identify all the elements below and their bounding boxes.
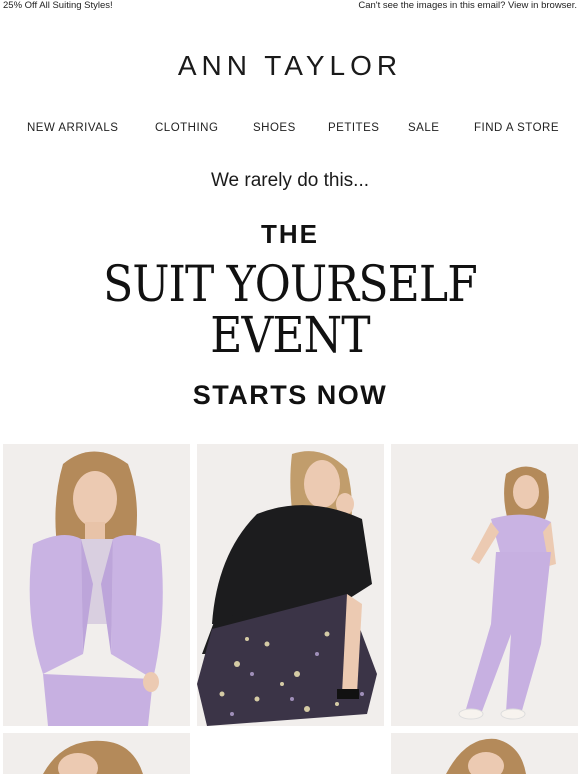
preheader: 25% Off All Suiting Styles! Can't see th… bbox=[0, 0, 580, 12]
product-photo-row2-middle[interactable] bbox=[197, 733, 384, 774]
nav-new-arrivals[interactable]: NEW ARRIVALS bbox=[27, 122, 118, 134]
nav-find-a-store[interactable]: FIND A STORE bbox=[474, 122, 559, 134]
product-photo-lavender-set[interactable] bbox=[391, 444, 578, 726]
brand-logo[interactable]: ANN TAYLOR bbox=[0, 50, 580, 82]
hero-the: THE bbox=[261, 219, 319, 249]
preheader-promo: 25% Off All Suiting Styles! bbox=[3, 0, 113, 11]
main-nav: NEW ARRIVALS CLOTHING SHOES PETITES SALE… bbox=[0, 122, 580, 138]
hero-headline-line2: EVENT bbox=[210, 306, 370, 364]
product-photo-lavender-blazer[interactable] bbox=[3, 444, 190, 726]
nav-shoes[interactable]: SHOES bbox=[253, 122, 296, 134]
hero-tagline: We rarely do this... bbox=[210, 170, 370, 191]
hero-starts-now[interactable]: STARTS NOW bbox=[0, 380, 580, 411]
nav-petites[interactable]: PETITES bbox=[328, 122, 379, 134]
product-photo-row2-left[interactable] bbox=[3, 733, 190, 774]
product-photo-row2-right[interactable] bbox=[391, 733, 578, 774]
view-in-browser-link[interactable]: Can't see the images in this email? View… bbox=[358, 0, 577, 11]
nav-clothing[interactable]: CLOTHING bbox=[155, 122, 218, 134]
hero-headline-line1: SUIT YOURSELF bbox=[103, 255, 478, 313]
nav-sale[interactable]: SALE bbox=[408, 122, 439, 134]
product-photo-black-blazer[interactable] bbox=[197, 444, 384, 726]
